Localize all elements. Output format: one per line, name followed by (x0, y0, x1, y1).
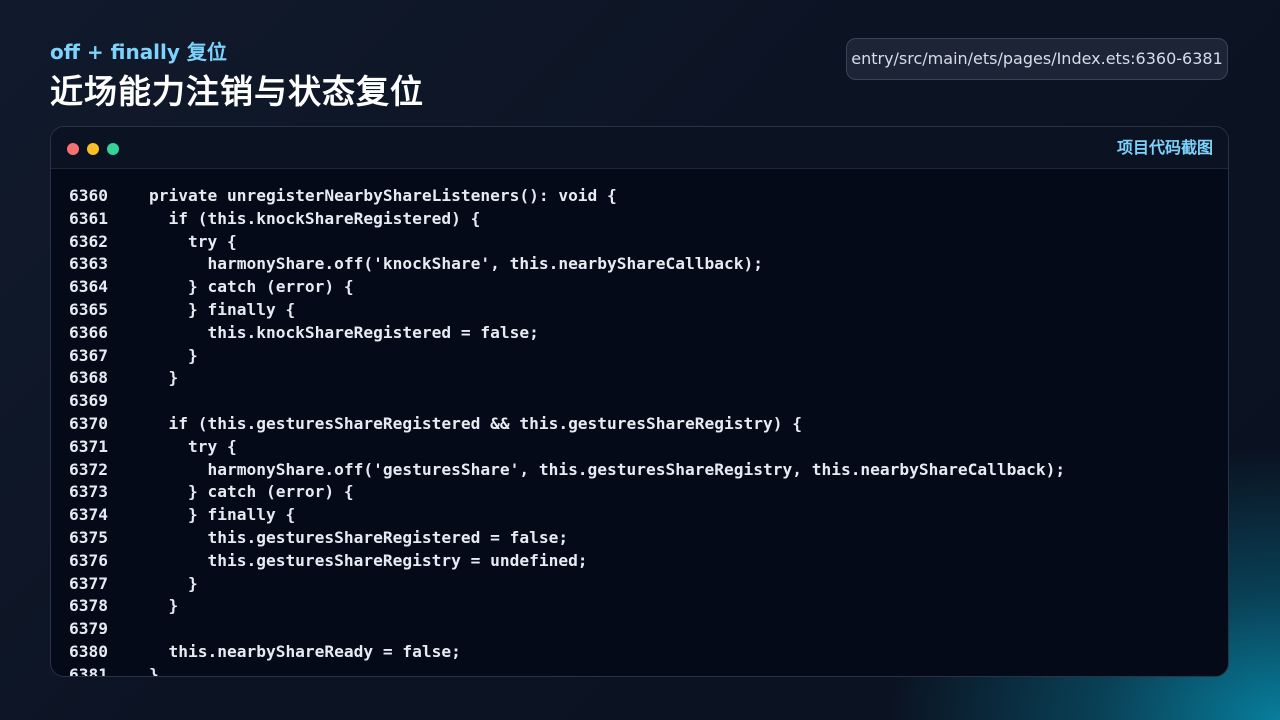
code-line: 6378 } (51, 595, 1228, 618)
line-number: 6378 (69, 596, 108, 616)
code-line: 6370 if (this.gesturesShareRegistered &&… (51, 413, 1228, 436)
code-line: 6366 this.knockShareRegistered = false; (51, 322, 1228, 345)
code-line: 6373 } catch (error) { (51, 481, 1228, 504)
maximize-dot-icon (107, 143, 119, 155)
code-window-titlebar: 项目代码截图 (51, 127, 1228, 169)
code-line: 6381} (51, 664, 1228, 677)
code-line: 6363 harmonyShare.off('knockShare', this… (51, 253, 1228, 276)
code-line: 6364 } catch (error) { (51, 276, 1228, 299)
line-number: 6360 (69, 186, 108, 205)
line-number: 6363 (69, 254, 108, 274)
code-line: 6362 try { (51, 231, 1228, 254)
code-text: } catch (error) { (149, 277, 354, 297)
line-number: 6374 (69, 505, 108, 525)
line-number: 6368 (69, 368, 108, 388)
line-number: 6367 (69, 345, 108, 365)
code-text: try { (149, 231, 237, 251)
code-text: } finally { (149, 505, 296, 525)
code-window: 项目代码截图 6360 private unregisterNearbyShare… (50, 126, 1229, 677)
line-number: 6381 (69, 664, 108, 677)
line-number: 6380 (69, 641, 108, 661)
code-line: 6377 } (51, 573, 1228, 596)
code-text: this.gesturesShareRegistered = false; (149, 527, 569, 547)
line-number: 6373 (69, 482, 108, 502)
code-line: 6372 harmonyShare.off('gesturesShare', t… (51, 459, 1228, 482)
minimize-dot-icon (87, 143, 99, 155)
line-number: 6364 (69, 277, 108, 297)
code-line: 6368 } (51, 367, 1228, 390)
code-line: 6380 this.nearbyShareReady = false; (51, 641, 1228, 664)
code-text: } (149, 596, 179, 616)
code-text: try { (149, 436, 237, 456)
code-text: } (149, 368, 179, 388)
code-text: harmonyShare.off('gesturesShare', this.g… (149, 459, 1066, 479)
code-line: 6369 (51, 390, 1228, 413)
code-text: } (149, 664, 159, 677)
file-path-chip: entry/src/main/ets/pages/Index.ets:6360-… (846, 38, 1228, 80)
line-number: 6371 (69, 436, 108, 456)
code-line: 6367 } (51, 345, 1228, 368)
line-number: 6362 (69, 231, 108, 251)
line-number: 6370 (69, 413, 108, 433)
close-dot-icon (67, 143, 79, 155)
line-number: 6372 (69, 459, 108, 479)
code-text: this.knockShareRegistered = false; (149, 322, 539, 342)
code-text: if (this.knockShareRegistered) { (149, 208, 481, 228)
line-number: 6377 (69, 573, 108, 593)
code-line: 6360 private unregisterNearbyShareListene… (51, 185, 1228, 208)
line-number: 6369 (69, 391, 108, 411)
line-number: 6361 (69, 208, 108, 228)
line-number: 6366 (69, 322, 108, 342)
code-line: 6365 } finally { (51, 299, 1228, 322)
code-text: } finally { (149, 299, 296, 319)
slide-subtitle: off + finally 复位 (50, 40, 227, 64)
code-body: 6360 private unregisterNearbyShareListene… (51, 185, 1228, 677)
code-text: } (149, 573, 198, 593)
slide-title: 近场能力注销与状态复位 (50, 72, 424, 111)
line-number: 6379 (69, 619, 108, 639)
code-text: } catch (error) { (149, 482, 354, 502)
line-number: 6376 (69, 550, 108, 570)
line-number: 6375 (69, 527, 108, 547)
code-line: 6374 } finally { (51, 504, 1228, 527)
code-line: 6361 if (this.knockShareRegistered) { (51, 208, 1228, 231)
code-line: 6375 this.gesturesShareRegistered = fals… (51, 527, 1228, 550)
code-line: 6379 (51, 618, 1228, 641)
code-text: private unregisterNearbyShareListeners()… (149, 186, 617, 205)
code-text: harmonyShare.off('knockShare', this.near… (149, 254, 763, 274)
code-line: 6376 this.gesturesShareRegistry = undefi… (51, 550, 1228, 573)
code-text: this.gesturesShareRegistry = undefined; (149, 550, 588, 570)
code-text: if (this.gesturesShareRegistered && this… (149, 413, 802, 433)
code-text: this.nearbyShareReady = false; (149, 641, 461, 661)
line-number: 6365 (69, 299, 108, 319)
code-text: } (149, 345, 198, 365)
code-line: 6371 try { (51, 436, 1228, 459)
code-window-label: 项目代码截图 (1116, 138, 1213, 157)
